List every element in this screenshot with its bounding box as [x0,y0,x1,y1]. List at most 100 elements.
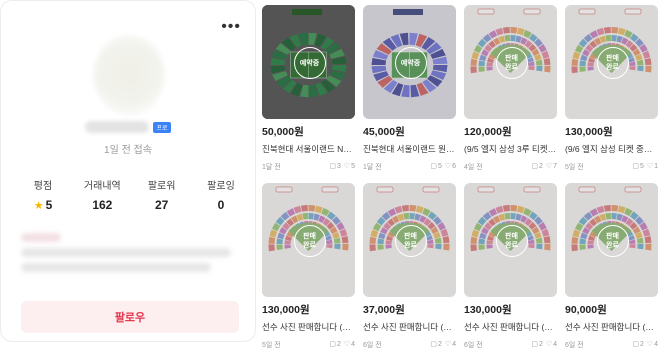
product-card[interactable]: 판매 완료 37,000원 선수 사진 판매합니다 (9/4... 6일 전 ▢2 ♡4 [363,183,456,350]
like-count: 7 [553,163,557,170]
sale-status-badge: 판매 완료 [596,47,629,79]
posted-time: 1달 전 [262,164,281,171]
product-title: 선수 사진 판매합니다 (9/4... [464,322,557,332]
product-card[interactable]: 판매 완료 90,000원 선수 사진 판매합니다 (9/6... 6일 전 ▢2 ♡4 [565,183,658,350]
product-card[interactable]: 판매 완료 130,000원 선수 사진 판매합니다 (9/4... 6일 전 ▢2 ♡… [464,183,557,350]
stat-followers[interactable]: 팔로워 27 [142,177,182,212]
chat-bubble-icon: ▢ [329,163,336,170]
product-card[interactable]: 예약중 45,000원진북현대 서울이랜드 원정석... 1달 전 ▢5 ♡6 [363,5,456,172]
stat-label: 평점 [33,181,53,192]
sale-status-badge: 판매 완료 [596,225,629,257]
posted-time: 1달 전 [363,164,382,171]
sale-status-badge: 예약중 [293,47,326,79]
product-counts: ▢5 ♡1 [631,162,658,172]
product-title: (9/5 엘지 삼성 3루 티켓 중... [464,144,557,154]
product-thumbnail[interactable]: 판매 완료 [464,183,557,297]
heart-icon: ♡ [444,163,452,170]
like-count: 5 [351,163,355,170]
chat-count: 2 [538,163,543,170]
stat-value: 0 [217,198,225,212]
product-title: 진북현대 서울이랜드 N석 연... [262,144,355,154]
product-thumbnail[interactable]: 판매 완료 [363,183,456,297]
chat-count: 2 [639,341,644,348]
stat-rating[interactable]: 평점 ★ 5 [23,177,63,212]
chat-bubble-icon: ▢ [531,163,538,170]
product-card[interactable]: 예약중 50,000원진북현대 서울이랜드 N석 연... 1달 전 ▢3 ♡5 [262,5,355,172]
product-price: 130,000원 [262,304,310,316]
product-thumbnail[interactable]: 예약중 [262,5,355,119]
chat-bubble-icon: ▢ [632,341,639,348]
product-price: 50,000원 [262,126,304,138]
chat-count: 2 [437,341,442,348]
product-meta: 1달 전 ▢3 ♡5 [262,162,355,172]
product-title: (9/6 엘지 삼성 티켓 중정)... [565,144,658,154]
seller-profile-card: ••• 프로 1일 전 접속 평점 ★ 5 거래내역 162 팔로워 27 팔로잉… [0,0,256,342]
product-thumbnail[interactable]: 판매 완료 [565,5,658,119]
product-title: 선수 사진 판매합니다 (9/6... [565,322,658,332]
product-thumbnail[interactable]: 판매 완료 [262,183,355,297]
heart-icon: ♡ [646,163,654,170]
pro-badge: 프로 [153,121,171,133]
bio-blurred [21,233,241,281]
chat-count: 2 [538,341,543,348]
chat-count: 5 [437,163,442,170]
heart-icon: ♡ [545,163,553,170]
product-counts: ▢2 ♡7 [530,162,557,172]
chat-count: 2 [336,341,341,348]
star-icon: ★ [33,200,44,212]
chat-bubble-icon: ▢ [430,341,437,348]
stat-label: 거래내역 [83,181,121,192]
product-title: 선수 사진 판매합니다 (9/4... [363,322,456,332]
heart-icon: ♡ [343,341,351,348]
chat-bubble-icon: ▢ [632,163,639,170]
like-count: 1 [654,163,658,170]
seller-stats: 평점 ★ 5 거래내역 162 팔로워 27 팔로잉 0 [23,177,241,212]
stat-value: 162 [92,198,113,212]
stat-transactions[interactable]: 거래내역 162 [82,177,122,212]
like-count: 4 [351,341,355,348]
avatar [93,35,165,115]
like-count: 4 [654,341,658,348]
product-card[interactable]: 판매 완료 120,000원 (9/5 엘지 삼성 3루 티켓 중... 4일 전 ▢2… [464,5,557,172]
posted-time: 5일 전 [565,164,584,171]
last-seen-text: 1일 전 접속 [104,145,152,156]
sale-status-badge: 판매 완료 [293,225,326,257]
product-thumbnail[interactable]: 예약중 [363,5,456,119]
chat-bubble-icon: ▢ [329,341,336,348]
stat-following[interactable]: 팔로잉 0 [201,177,241,212]
product-card[interactable]: 판매 완료 130,000원 (9/6 엘지 삼성 티켓 중정)... 5일 전 ▢5 … [565,5,658,172]
sale-status-badge: 판매 완료 [394,225,427,257]
product-meta: 1달 전 ▢5 ♡6 [363,162,456,172]
product-title: 진북현대 서울이랜드 원정석... [363,144,456,154]
sale-status-badge: 예약중 [394,47,427,79]
product-counts: ▢5 ♡6 [429,162,456,172]
product-price: 45,000원 [363,126,405,138]
product-price: 90,000원 [565,304,607,316]
stat-label: 팔로워 [147,181,176,192]
heart-icon: ♡ [545,341,553,348]
product-thumbnail[interactable]: 판매 완료 [464,5,557,119]
stat-value: 27 [154,198,169,212]
chat-count: 5 [639,163,644,170]
sale-status-badge: 판매 완료 [495,225,528,257]
heart-icon: ♡ [646,341,654,348]
sale-status-badge: 판매 완료 [495,47,528,79]
product-price: 37,000원 [363,304,405,316]
product-card[interactable]: 판매 완료 130,000원 선수 사진 판매합니다 (9/6... 5일 전 ▢2 ♡… [262,183,355,350]
heart-icon: ♡ [343,163,351,170]
like-count: 6 [452,163,456,170]
more-options-icon[interactable]: ••• [221,19,241,35]
follow-button[interactable]: 팔로우 [21,301,239,333]
product-thumbnail[interactable]: 판매 완료 [565,183,658,297]
chat-bubble-icon: ▢ [531,341,538,348]
posted-time: 4일 전 [464,164,483,171]
product-meta: 4일 전 ▢2 ♡7 [464,162,557,172]
stat-label: 팔로잉 [207,181,235,192]
product-price: 120,000원 [464,126,512,138]
product-counts: ▢3 ♡5 [328,162,355,172]
like-count: 4 [452,341,456,348]
chat-count: 3 [336,163,341,170]
rating-value: 5 [45,198,53,212]
seller-name-row: 프로 [1,121,255,133]
chat-bubble-icon: ▢ [430,163,437,170]
